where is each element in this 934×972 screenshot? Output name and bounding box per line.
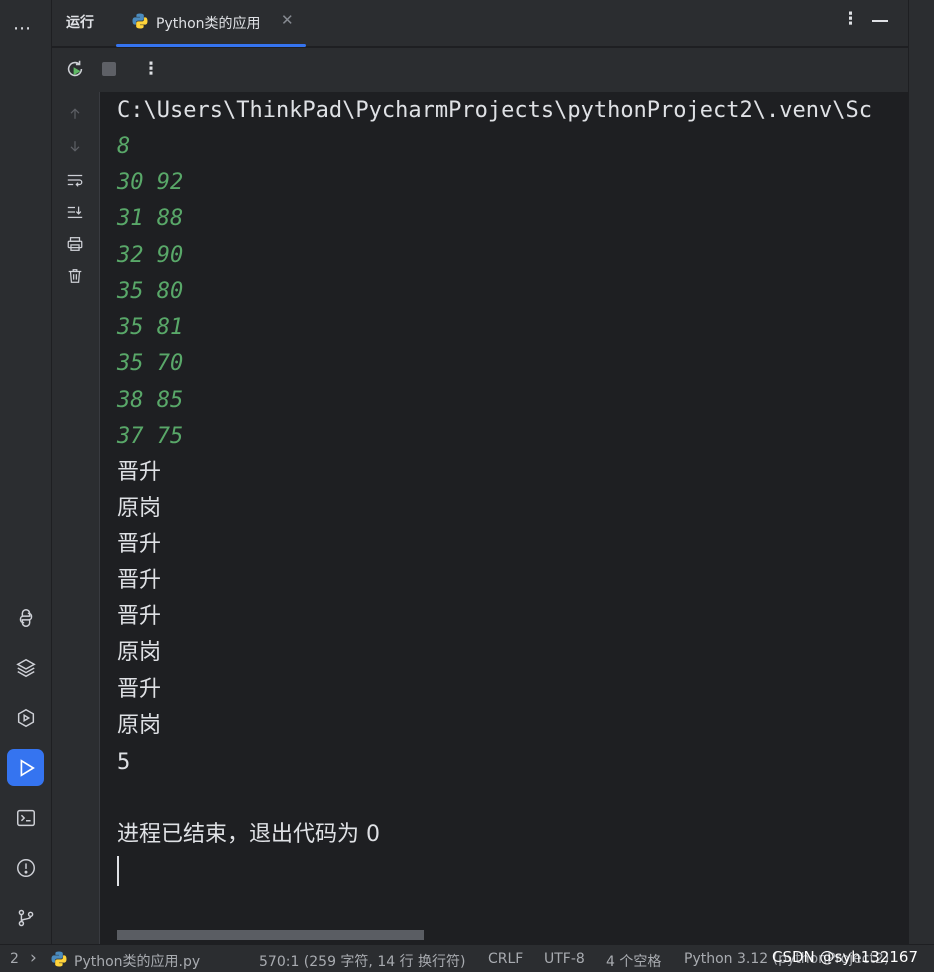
print-icon[interactable] <box>65 234 85 254</box>
line-separator[interactable]: CRLF <box>488 951 523 967</box>
scroll-to-end-icon[interactable] <box>65 202 85 222</box>
caret-position[interactable]: 570:1 (259 字符, 14 行 换行符) <box>259 951 466 971</box>
minimize-icon[interactable] <box>872 20 888 22</box>
python-file-icon <box>51 951 67 967</box>
arrow-up-icon[interactable] <box>65 104 85 124</box>
text-caret <box>117 856 119 886</box>
file-encoding[interactable]: UTF-8 <box>544 951 585 967</box>
close-icon[interactable]: ✕ <box>281 11 294 29</box>
tab-run-configuration[interactable]: Python类的应用 ✕ <box>116 0 306 47</box>
arrow-down-icon[interactable] <box>65 136 85 156</box>
input-line: 32 90 <box>117 243 184 268</box>
terminal-icon[interactable] <box>7 799 44 836</box>
chevron-right-icon: › <box>30 948 37 968</box>
trash-icon[interactable] <box>65 266 85 286</box>
command-line: C:\Users\ThinkPad\PycharmProjects\python… <box>117 98 872 123</box>
activity-bar: ⋯ <box>0 0 52 944</box>
indent-setting[interactable]: 4 个空格 <box>606 951 661 971</box>
input-line: 8 <box>117 134 131 159</box>
status-bar: 2 › Python类的应用.py 570:1 (259 字符, 14 行 换行… <box>0 944 934 972</box>
python-icon <box>132 13 148 29</box>
console-output[interactable]: C:\Users\ThinkPad\PycharmProjects\python… <box>100 92 908 944</box>
output-line: 晋升 <box>117 460 162 485</box>
run-tool-window-title: 运行 <box>66 15 94 31</box>
stop-icon[interactable] <box>98 58 120 80</box>
horizontal-scrollbar[interactable] <box>117 930 424 940</box>
input-line: 30 92 <box>117 170 184 195</box>
toolbar-more-icon[interactable]: ⋮ <box>140 58 162 80</box>
output-line: 晋升 <box>117 677 162 702</box>
run-icon[interactable] <box>7 749 44 786</box>
rerun-icon[interactable] <box>64 58 86 80</box>
git-icon[interactable] <box>7 899 44 936</box>
output-line: 原岗 <box>117 713 162 738</box>
tab-label: Python类的应用 <box>156 16 261 32</box>
input-line: 37 75 <box>117 424 184 449</box>
more-tools-icon[interactable]: ⋯ <box>13 18 32 39</box>
breadcrumb-fragment[interactable]: 2 <box>10 951 19 967</box>
input-line: 35 80 <box>117 279 184 304</box>
python-packages-icon[interactable] <box>7 599 44 636</box>
problems-icon[interactable] <box>7 849 44 886</box>
options-menu-icon[interactable]: ⋮ <box>842 9 859 29</box>
services-icon[interactable] <box>7 699 44 736</box>
right-tool-strip <box>908 0 934 944</box>
output-line: 原岗 <box>117 496 162 521</box>
active-tab-indicator <box>116 44 306 47</box>
console-actions <box>52 92 100 944</box>
run-toolbar: ⋮ <box>52 48 908 92</box>
input-line: 35 81 <box>117 315 184 340</box>
exit-message: 进程已结束，退出代码为 0 <box>117 822 380 847</box>
tool-window-header: 运行 Python类的应用 ✕ ⋮ <box>52 0 908 47</box>
input-line: 38 85 <box>117 388 184 413</box>
output-line: 晋升 <box>117 532 162 557</box>
output-line: 原岗 <box>117 640 162 665</box>
input-line: 35 70 <box>117 351 184 376</box>
output-line: 晋升 <box>117 604 162 629</box>
watermark: CSDN @syh132167 <box>772 948 918 966</box>
count-output: 5 <box>117 750 131 775</box>
output-line: 晋升 <box>117 568 162 593</box>
input-line: 31 88 <box>117 206 184 231</box>
layers-icon[interactable] <box>7 649 44 686</box>
soft-wrap-icon[interactable] <box>65 170 85 190</box>
breadcrumb-file[interactable]: Python类的应用.py <box>74 951 200 971</box>
